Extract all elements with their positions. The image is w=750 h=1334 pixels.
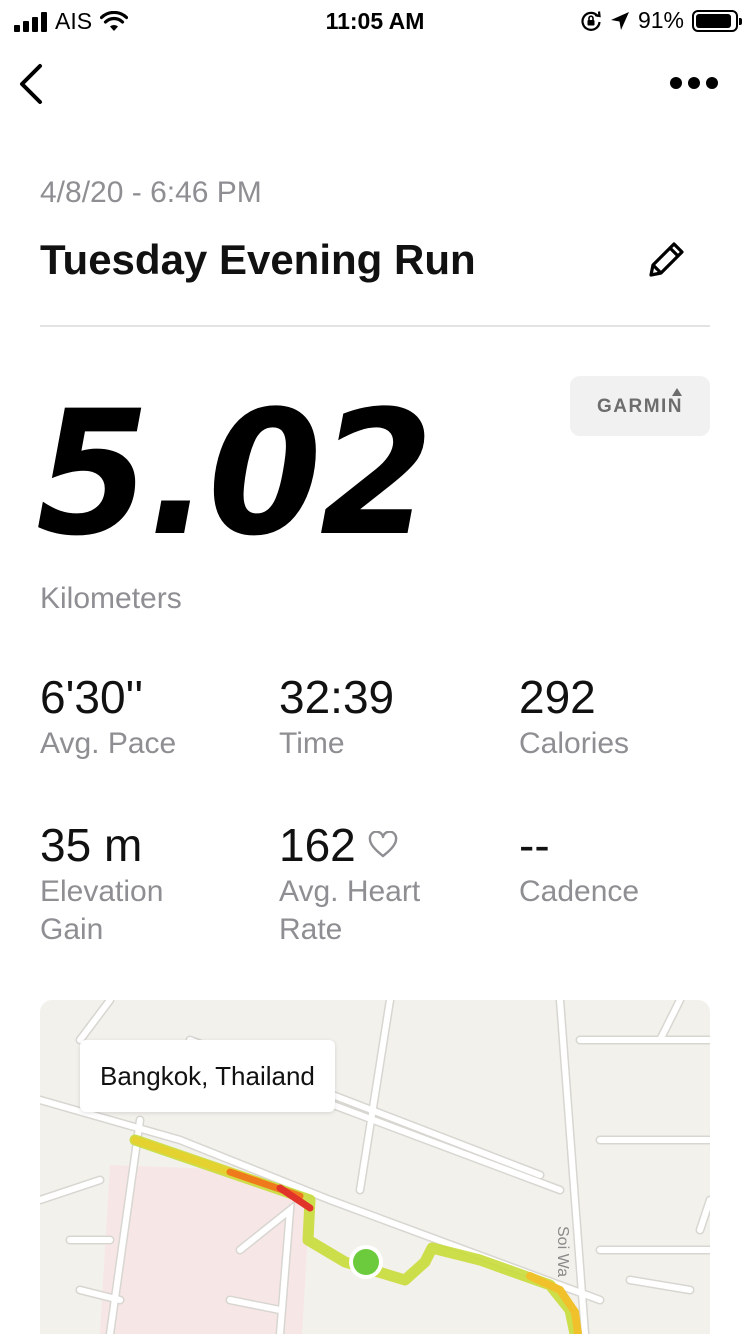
stat-time: 32:39 Time	[279, 672, 394, 763]
heart-icon	[368, 831, 398, 858]
map-location-label: Bangkok, Thailand	[80, 1040, 335, 1112]
edit-title-button[interactable]	[642, 236, 690, 284]
stat-label: Calories	[519, 726, 630, 760]
distance-value: 5.02	[36, 373, 433, 574]
stat-value: 162	[279, 819, 356, 871]
chevron-left-icon	[20, 64, 42, 104]
stat-value: 32:39	[279, 671, 395, 723]
activity-title: Tuesday Evening Run	[40, 236, 476, 283]
stat-label: Avg. Pace	[40, 726, 177, 760]
stat-avg-pace: 6'30'' Avg. Pace	[40, 672, 176, 763]
stat-label: Cadence	[519, 874, 640, 908]
battery-percent: 91%	[637, 7, 684, 33]
navigation-bar	[0, 56, 750, 112]
stat-elevation-gain: 35 m Elevation Gain	[40, 820, 163, 949]
stat-cadence: -- Cadence	[519, 820, 639, 911]
stat-label-line: Rate	[279, 912, 343, 946]
stat-label-line: Avg. Heart	[279, 874, 421, 908]
distance-unit: Kilometers	[40, 582, 182, 615]
source-name: GARMIN	[596, 396, 684, 417]
stat-value: 6'30''	[40, 671, 144, 723]
status-bar: AIS 11:05 AM 91%	[0, 0, 750, 40]
activity-date: 4/8/20 - 6:46 PM	[40, 176, 262, 209]
stat-value: 35 m	[40, 819, 143, 871]
more-dot-icon	[670, 77, 682, 89]
street-label: Soi Wa	[554, 1226, 571, 1277]
stat-label-line: Gain	[40, 912, 104, 946]
stat-avg-heart-rate: 162 Avg. Heart Rate	[279, 820, 420, 949]
location-arrow-icon	[610, 11, 629, 30]
header-divider	[40, 325, 710, 327]
battery-icon	[692, 9, 742, 32]
stat-label-line: Elevation	[40, 874, 164, 908]
status-right: 91%	[580, 7, 742, 34]
more-dot-icon	[688, 77, 700, 89]
orientation-lock-icon	[581, 10, 601, 31]
stat-value: 292	[519, 671, 596, 723]
garmin-logo-triangle-icon	[672, 388, 682, 396]
stat-label: Avg. Heart Rate	[279, 873, 420, 949]
pencil-icon	[649, 242, 684, 277]
stat-value: --	[519, 819, 550, 871]
more-options-button[interactable]	[670, 72, 722, 94]
stat-value-row: 162	[279, 820, 420, 871]
stat-label: Elevation Gain	[40, 873, 163, 949]
stat-label: Time	[279, 726, 345, 760]
stat-calories: 292 Calories	[519, 672, 629, 763]
start-marker-icon	[353, 1249, 379, 1275]
garmin-source-badge: GARMIN	[570, 376, 710, 436]
back-button[interactable]	[14, 62, 54, 106]
more-dot-icon	[706, 77, 718, 89]
